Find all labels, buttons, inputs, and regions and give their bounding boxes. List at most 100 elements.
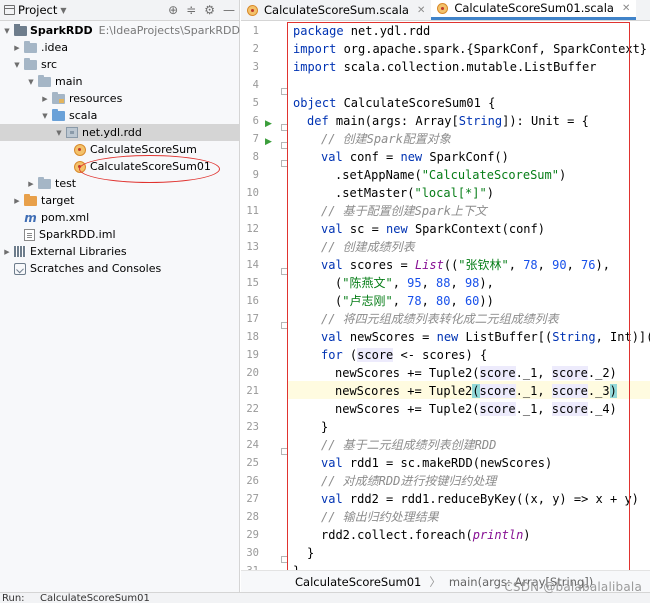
tree-item-pom[interactable]: m pom.xml [0,209,240,226]
code-token: ._1, [515,402,552,416]
code-line-13: // 创建成绩列表 [321,240,415,254]
code-token: scala.collection.mutable.ListBuffer [343,60,597,74]
project-view-selector[interactable]: Project ▼ [4,3,67,17]
tree-item-label: pom.xml [41,211,90,224]
line-number: 13 [246,241,259,253]
chevron-down-icon[interactable]: ▼ [2,27,12,35]
code-token: SparkConf() [429,150,509,164]
chevron-right-icon[interactable]: ▶ [40,95,50,103]
code-token: ._4) [587,402,617,416]
line-number: 24 [246,439,259,451]
gear-icon[interactable]: ⚙ [204,3,215,17]
chevron-right-icon[interactable]: ▶ [12,197,22,205]
code-line-11: // 基于配置创建Spark上下文 [321,204,487,218]
code-token: ]): Unit = { [502,114,589,128]
code-token: conf = [349,150,401,164]
code-token: new [386,222,415,236]
code-line-31: } [293,562,300,570]
chevron-down-icon[interactable]: ▼ [54,129,64,137]
code-line-24: // 基于二元组成绩列表创建RDD [321,438,497,452]
chevron-down-icon[interactable]: ▼ [12,61,22,69]
tree-item-idea[interactable]: ▶ .idea [0,39,240,56]
tree-item-label: scala [69,109,98,122]
breadcrumb-separator: 〉 [429,574,441,589]
fold-marker[interactable] [281,124,288,131]
line-number: 23 [246,421,259,433]
hide-icon[interactable]: — [223,3,235,17]
folder-icon [24,40,37,53]
fold-marker[interactable] [281,142,288,149]
code-token: import [293,42,344,56]
scratches-icon [14,262,26,275]
tree-item-label: .idea [41,41,69,54]
code-token: newScores += Tuple2 [335,384,473,398]
breadcrumb-object[interactable]: CalculateScoreSum01 [295,575,421,589]
code-token: , [537,258,553,272]
tree-item-iml[interactable]: SparkRDD.iml [0,226,240,243]
tree-item-calculatescoresum01[interactable]: CalculateScoreSum01 [0,158,240,175]
tree-item-package[interactable]: ▼ net.ydl.rdd [0,124,240,141]
tree-item-label: CalculateScoreSum [90,143,197,156]
fold-marker[interactable] [281,556,288,563]
code-token: )) [479,294,494,308]
code-line-29: rdd2.collect.foreach(println) [321,526,531,544]
tree-item-scala[interactable]: ▼ scala [0,107,240,124]
chevron-down-icon[interactable]: ▼ [26,78,36,86]
code-token: 95 [407,276,422,290]
tree-item-src[interactable]: ▼ src [0,56,240,73]
tab-calculatescoresum01[interactable]: CalculateScoreSum01.scala ✕ [431,0,637,20]
tree-item-scratches[interactable]: Scratches and Consoles [0,260,240,277]
chevron-right-icon[interactable]: ▶ [26,180,36,188]
tree-item-sparkrdd[interactable]: ▼ SparkRDD E:\IdeaProjects\SparkRDD [0,22,240,39]
code-line-27: val rdd2 = rdd1.reduceByKey((x, y) => x … [321,490,639,508]
code-token: val [321,150,350,164]
fold-marker[interactable] [281,88,288,95]
line-number: 9 [252,169,259,181]
code-token: org.apache.spark.{SparkConf, SparkContex… [343,42,648,56]
line-number: 11 [246,205,259,217]
tree-item-main[interactable]: ▼ main [0,73,240,90]
chevron-right-icon[interactable]: ▶ [2,248,12,256]
run-icon[interactable]: ▶ [265,119,272,129]
close-icon[interactable]: ✕ [417,5,425,16]
locate-icon[interactable]: ⊕ [168,3,178,17]
code-token: def [307,114,336,128]
tree-item-label: resources [69,92,123,105]
code-token: val [321,258,350,272]
run-tab[interactable]: CalculateScoreSum01 [40,593,150,603]
tree-item-resources[interactable]: ▶ resources [0,90,240,107]
code-token: scores = [349,258,415,272]
run-icon[interactable]: ▶ [265,137,272,147]
code-token: "local[*]" [414,186,487,200]
code-token: ._3 [587,384,610,398]
code-token: , [421,294,437,308]
line-number: 25 [246,457,259,469]
code-token: val [321,456,350,470]
tree-item-test[interactable]: ▶ test [0,175,240,192]
tab-calculatescoresum[interactable]: CalculateScoreSum.scala ✕ [241,0,431,20]
chevron-down-icon[interactable]: ▼ [40,112,50,120]
tree-item-target[interactable]: ▶ target [0,192,240,209]
tree-item-external-libraries[interactable]: ▶ External Libraries [0,243,240,260]
code-token: ._1, [515,366,552,380]
fold-marker[interactable] [281,160,288,167]
code-token: .setMaster( [335,186,415,200]
tab-label: CalculateScoreSum.scala [264,3,409,17]
line-number: 8 [252,151,259,163]
code-area[interactable]: ▶ ▶ 1 2 3 4 5 6 7 8 9 10 11 12 13 14 15 16 17 18 19 20 21 22 2… [241,22,650,577]
code-line-22: newScores += Tuple2(score._1, score._4) [335,400,617,418]
fold-marker[interactable] [281,322,288,329]
tree-item-calculatescoresum[interactable]: CalculateScoreSum [0,141,240,158]
close-icon[interactable]: ✕ [622,3,630,14]
folder-icon [38,176,51,189]
code-token: SparkContext(conf) [414,222,545,236]
fold-marker[interactable] [281,268,288,275]
code-token: , [508,258,524,272]
chevron-right-icon[interactable]: ▶ [12,44,22,52]
fold-marker[interactable] [281,448,288,455]
code-token: rdd2.collect.foreach( [321,528,473,542]
editor-tabs: CalculateScoreSum.scala ✕ CalculateScore… [241,0,650,21]
project-title: Project [18,3,58,17]
line-number: 15 [246,277,259,289]
collapse-all-icon[interactable]: ≑ [186,3,196,17]
